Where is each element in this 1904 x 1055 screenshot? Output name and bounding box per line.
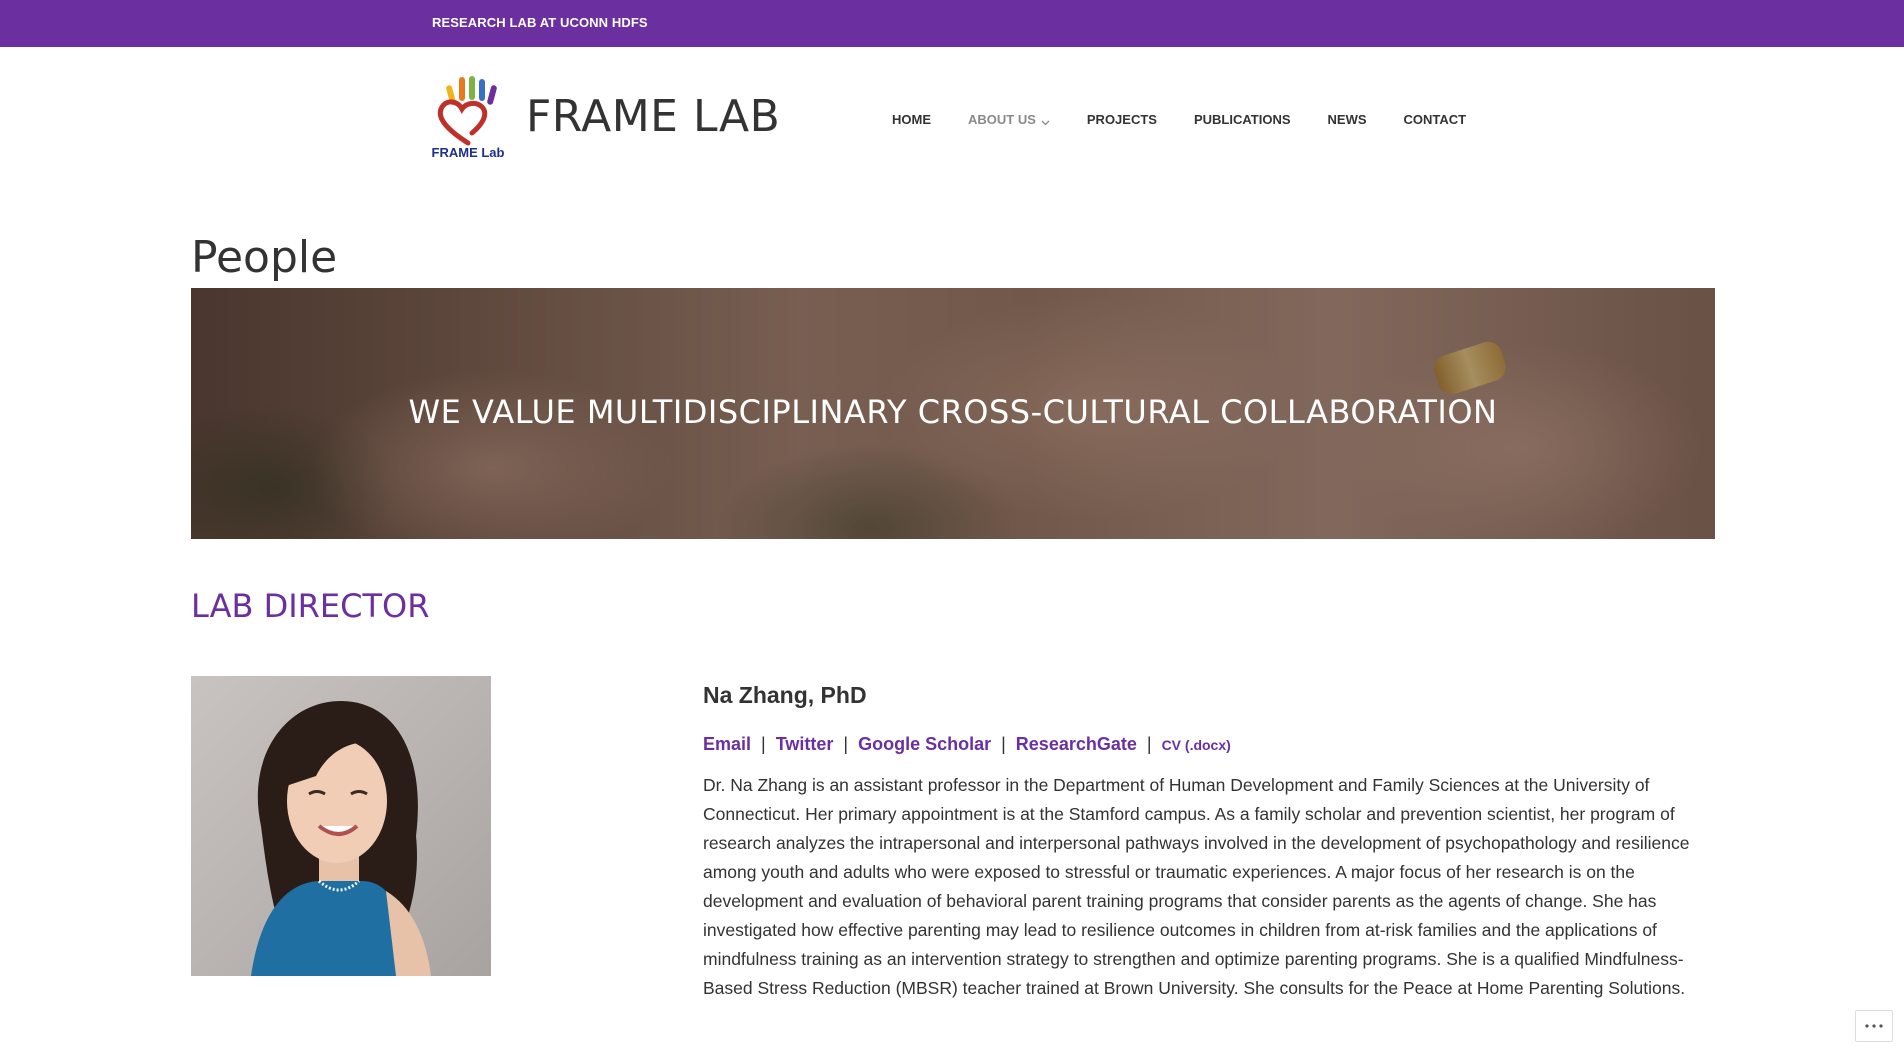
nav-projects[interactable]: PROJECTS [1087,109,1157,129]
separator: | [761,734,766,754]
nav-publications[interactable]: PUBLICATIONS [1194,109,1291,129]
site-title[interactable]: FRAME LAB [526,91,780,142]
director-name: Na Zhang, PhD [703,682,867,708]
hero-banner: WE VALUE MULTIDISCIPLINARY CROSS-CULTURA… [191,288,1715,539]
cv-link[interactable]: CV (.docx) [1162,737,1231,753]
main-nav: HOME ABOUT US PROJECTS PUBLICATIONS NEWS… [892,109,1503,129]
site-logo[interactable]: FRAME Lab [432,73,504,159]
nav-home[interactable]: HOME [892,109,931,129]
researchgate-link[interactable]: ResearchGate [1016,734,1137,755]
ellipsis-icon[interactable] [1855,1010,1893,1042]
google-scholar-link[interactable]: Google Scholar [858,734,991,755]
nav-about-us-label: ABOUT US [968,111,1036,127]
director-photo [191,676,491,976]
hero-text: WE VALUE MULTIDISCIPLINARY CROSS-CULTURA… [408,393,1498,431]
separator: | [1001,734,1006,754]
nav-contact[interactable]: CONTACT [1404,109,1467,129]
separator: | [1146,734,1152,754]
nav-news[interactable]: NEWS [1328,109,1367,129]
separator: | [843,734,849,754]
director-bio: Dr. Na Zhang is an assistant professor i… [703,775,1690,998]
page-title: People [191,232,338,283]
section-title-lab-director: LAB DIRECTOR [191,587,430,625]
email-link[interactable]: Email [703,734,751,755]
director-links: Email | Twitter | Google Scholar | Resea… [703,734,1713,755]
site-header: FRAME Lab FRAME LAB HOME ABOUT US PROJEC… [0,47,1904,187]
top-announcement-bar: RESEARCH LAB AT UCONN HDFS [0,0,1904,47]
chevron-down-icon [1041,115,1050,125]
twitter-link[interactable]: Twitter [776,734,834,755]
director-profile: Na Zhang, PhD Email | Twitter | Google S… [703,682,1713,1003]
topbar-text: RESEARCH LAB AT UCONN HDFS [432,15,648,30]
logo-text: FRAME Lab [432,145,504,159]
nav-about-us[interactable]: ABOUT US [968,109,1050,129]
